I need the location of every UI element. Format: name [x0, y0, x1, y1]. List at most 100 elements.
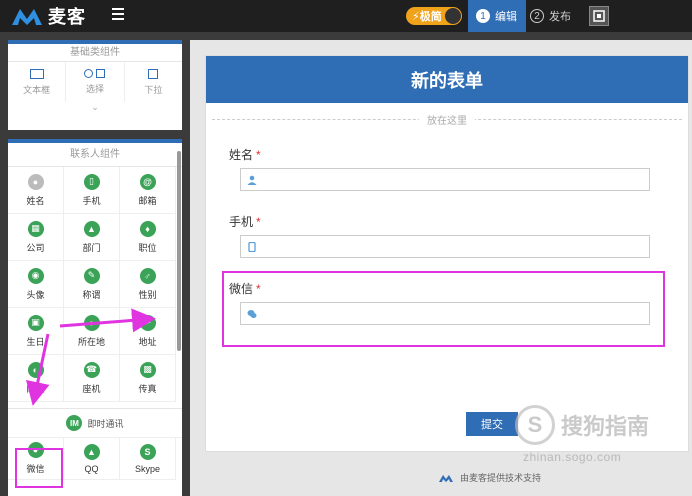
- component-website[interactable]: ◐ 网址: [8, 355, 64, 402]
- component-label: 选择: [85, 84, 104, 94]
- component-label: 传真: [138, 383, 157, 394]
- mobile-input[interactable]: [240, 235, 650, 258]
- component-label: 手机: [82, 195, 101, 206]
- wechat-component-highlight: [15, 448, 63, 488]
- component-dropdown[interactable]: 下拉: [125, 62, 182, 102]
- drop-zone[interactable]: 放在这里: [206, 105, 688, 133]
- globe-icon: ◐: [27, 361, 44, 378]
- hamburger-menu-icon[interactable]: [112, 8, 124, 20]
- component-label: 所在地: [77, 336, 105, 347]
- step-publish[interactable]: 2 发布: [530, 0, 580, 32]
- telephone-icon: ☎: [83, 361, 100, 378]
- component-landline[interactable]: ☎ 座机: [64, 355, 120, 402]
- component-title[interactable]: ✎ 称谓: [64, 261, 120, 308]
- at-icon: @: [139, 173, 156, 190]
- component-label: 下拉: [144, 84, 163, 95]
- submit-button[interactable]: 提交: [466, 412, 518, 436]
- dropdown-icon: [148, 68, 159, 79]
- im-section-header: IM 即时通讯: [8, 408, 182, 438]
- component-position[interactable]: ♦ 职位: [120, 214, 176, 261]
- textbox-icon: [29, 68, 44, 79]
- contact-components-panel: 联系人组件 ● 姓名 ▯ 手机 @ 邮箱 ▦ 公司 ▲ 部门 ♦ 职位 ◉ 头像 ✎ 称谓 ♂ 性…: [8, 139, 182, 496]
- chevron-down-icon[interactable]: ⌄: [8, 102, 182, 113]
- top-bar: 麦客 ⚡极简 1 编辑 2 发布: [0, 0, 692, 32]
- step-edit[interactable]: 1 编辑: [468, 0, 526, 32]
- component-label: 头像: [26, 289, 45, 300]
- gender-icon: ♂: [139, 267, 156, 284]
- maike-logo-icon: [12, 9, 42, 25]
- mode-toggle[interactable]: ⚡极简: [406, 7, 462, 25]
- preview-icon: [593, 10, 605, 22]
- wechat-field-highlight: [222, 271, 665, 347]
- field-name[interactable]: 姓名 *: [229, 146, 261, 163]
- im-badge-icon: IM: [66, 415, 83, 431]
- component-label: 称谓: [82, 289, 101, 300]
- component-textbox[interactable]: 文本框: [8, 62, 67, 102]
- form-card: 新的表单 放在这里 姓名 * 手机 * 微信 * 提交: [205, 55, 689, 452]
- component-name[interactable]: ● 姓名: [8, 167, 64, 214]
- watermark-text: 搜狗指南: [561, 414, 650, 439]
- sogou-watermark: S 搜狗指南: [515, 405, 649, 445]
- form-title[interactable]: 新的表单: [206, 56, 688, 103]
- component-gender[interactable]: ♂ 性别: [120, 261, 176, 308]
- step-number: 2: [530, 9, 544, 23]
- org-chart-icon: ▲: [83, 220, 100, 237]
- panel-title: 基础类组件: [8, 44, 182, 62]
- person-icon: ●: [27, 173, 44, 190]
- component-birthday[interactable]: ▣ 生日: [8, 308, 64, 355]
- step-label: 发布: [549, 11, 571, 23]
- brand-name: 麦客: [48, 7, 86, 27]
- component-mobile[interactable]: ▯ 手机: [64, 167, 120, 214]
- component-label: 部门: [82, 242, 101, 253]
- component-label: 姓名: [26, 195, 45, 206]
- powered-by-text: 由麦客提供技术支持: [460, 473, 542, 483]
- tie-icon: ♦: [139, 220, 156, 237]
- cake-icon: ▣: [27, 314, 44, 331]
- step-number: 1: [476, 9, 490, 23]
- component-qq[interactable]: ▲ QQ: [64, 438, 120, 480]
- drop-hint: 放在这里: [419, 111, 475, 127]
- component-label: 职位: [138, 242, 157, 253]
- component-department[interactable]: ▲ 部门: [64, 214, 120, 261]
- panel-title: 联系人组件: [8, 143, 182, 167]
- step-label: 编辑: [495, 11, 517, 23]
- panel-scrollbar[interactable]: [177, 151, 181, 351]
- component-company[interactable]: ▦ 公司: [8, 214, 64, 261]
- component-label: 公司: [26, 242, 45, 253]
- skype-icon: S: [139, 443, 156, 460]
- component-choice[interactable]: 选择: [66, 62, 125, 102]
- field-label: 手机 *: [229, 215, 261, 229]
- preview-button[interactable]: [589, 6, 609, 26]
- component-label: Skype: [134, 463, 160, 474]
- component-label: 生日: [26, 336, 45, 347]
- component-label: 性别: [138, 289, 157, 300]
- im-section-title: 即时通讯: [87, 418, 124, 429]
- maike-logo-icon: [439, 474, 453, 482]
- brand-logo[interactable]: 麦客: [10, 4, 86, 28]
- field-label: 姓名 *: [229, 148, 261, 162]
- powered-by[interactable]: 由麦客提供技术支持: [438, 471, 541, 484]
- phone-icon: [248, 241, 256, 252]
- person-icon: [247, 175, 257, 185]
- component-avatar[interactable]: ◉ 头像: [8, 261, 64, 308]
- toggle-knob: [445, 8, 461, 24]
- field-mobile[interactable]: 手机 *: [229, 213, 261, 230]
- watermark-url: zhinan.sogo.com: [523, 450, 622, 464]
- component-skype[interactable]: S Skype: [120, 438, 176, 480]
- location-icon: ●: [83, 314, 100, 331]
- name-input[interactable]: [240, 168, 650, 191]
- component-label: 网址: [26, 383, 45, 394]
- fax-icon: ▩: [139, 361, 156, 378]
- pen-icon: ✎: [83, 267, 100, 284]
- component-location[interactable]: ● 所在地: [64, 308, 120, 355]
- avatar-icon: ◉: [27, 267, 44, 284]
- choice-icon: [84, 69, 106, 78]
- signpost-icon: ➤: [139, 314, 156, 331]
- component-fax[interactable]: ▩ 传真: [120, 355, 176, 402]
- component-label: 地址: [138, 336, 157, 347]
- building-icon: ▦: [27, 220, 44, 237]
- component-label: 座机: [82, 383, 101, 394]
- basic-components-panel: 基础类组件 文本框 选择 下拉 ⌄: [8, 40, 182, 130]
- component-address[interactable]: ➤ 地址: [120, 308, 176, 355]
- component-email[interactable]: @ 邮箱: [120, 167, 176, 214]
